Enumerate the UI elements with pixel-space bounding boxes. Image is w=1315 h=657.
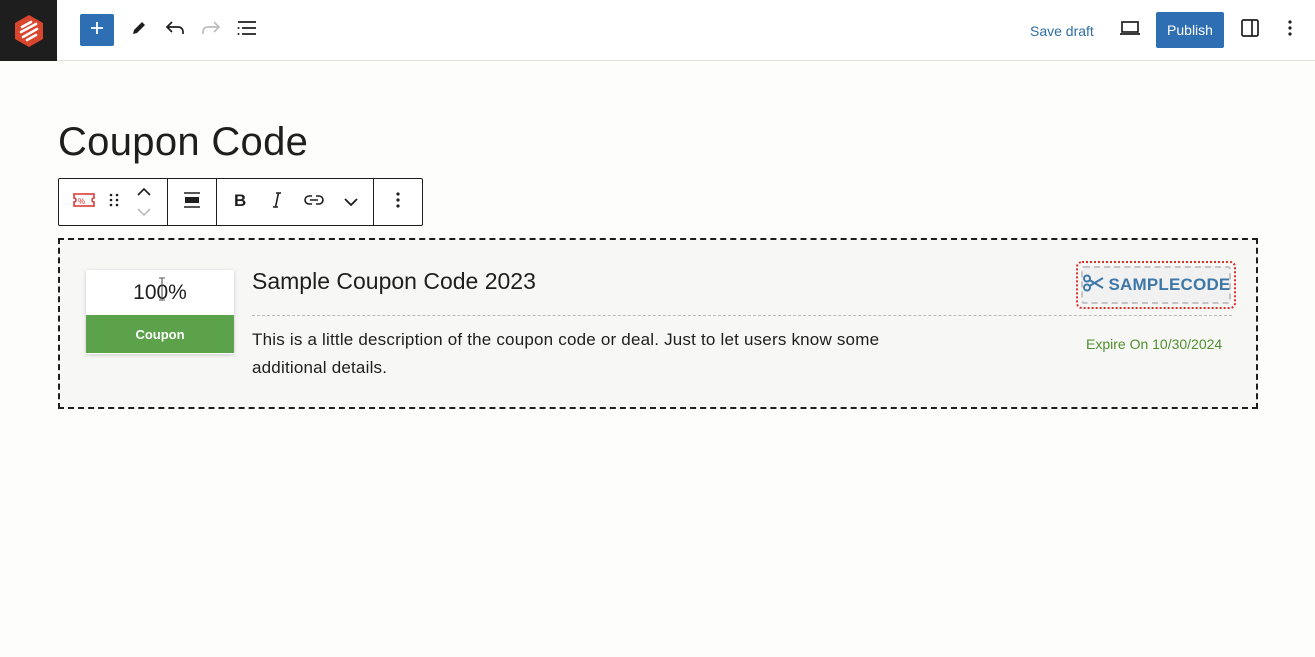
coupon-block-icon: % (72, 191, 96, 214)
move-up-button[interactable] (137, 183, 151, 201)
undo-button[interactable] (158, 13, 192, 47)
align-button[interactable] (172, 179, 212, 225)
add-block-button[interactable] (80, 14, 114, 46)
discount-card: 100% Coupon (86, 270, 234, 354)
block-options-button[interactable] (378, 179, 418, 225)
list-view-button[interactable] (230, 13, 264, 47)
preview-button[interactable] (1113, 13, 1147, 47)
align-group (168, 179, 217, 225)
coupon-description[interactable]: This is a little description of the coup… (252, 326, 912, 382)
laptop-icon (1119, 20, 1141, 41)
coupon-divider (252, 315, 1232, 316)
save-draft-button[interactable]: Save draft (1020, 19, 1104, 43)
redo-icon (201, 19, 221, 42)
block-toolbar: % B (58, 178, 423, 226)
options-button[interactable] (1273, 13, 1307, 47)
publish-button[interactable]: Publish (1156, 12, 1224, 48)
chevron-up-icon (137, 187, 151, 196)
chevron-down-icon (137, 208, 151, 217)
coupon-block[interactable]: 100% Coupon Sample Coupon Code 2023 This… (58, 238, 1258, 409)
sidebar-panel-icon (1240, 18, 1260, 43)
svg-text:B: B (234, 192, 246, 208)
list-view-icon (236, 19, 258, 42)
bold-button[interactable]: B (223, 179, 257, 225)
settings-button[interactable] (1233, 13, 1267, 47)
move-down-button[interactable] (137, 203, 151, 221)
coupon-code-inner: SAMPLECODE (1081, 266, 1231, 304)
block-mover (129, 179, 159, 225)
block-type-group: % (59, 179, 168, 225)
bold-icon: B (233, 191, 247, 213)
coupon-code: SAMPLECODE (1108, 275, 1231, 294)
editor-top-bar: Save draft Publish (0, 0, 1315, 61)
drag-handle-icon (109, 192, 119, 213)
vertical-ellipsis-icon (1287, 19, 1293, 42)
chevron-down-icon (343, 193, 358, 211)
coupon-code-button[interactable]: SAMPLECODE (1076, 261, 1236, 309)
italic-icon (272, 191, 282, 213)
pencil-icon (130, 19, 148, 42)
redo-button[interactable] (194, 13, 228, 47)
block-options-group (374, 179, 422, 225)
tools-button[interactable] (122, 13, 156, 47)
text-cursor-icon (158, 277, 165, 301)
formatting-group: B (217, 179, 374, 225)
block-type-button[interactable]: % (69, 179, 99, 225)
align-wide-icon (183, 191, 201, 214)
discount-label[interactable]: Coupon (86, 315, 234, 353)
more-formatting-button[interactable] (334, 179, 368, 225)
undo-icon (165, 19, 185, 42)
italic-button[interactable] (260, 179, 294, 225)
link-button[interactable] (297, 179, 331, 225)
link-icon (303, 193, 324, 211)
scissors-icon (1082, 274, 1104, 297)
svg-text:%: % (78, 197, 85, 206)
editor-logo-icon[interactable] (0, 0, 57, 61)
plus-icon (89, 20, 105, 41)
expire-date: Expire On 10/30/2024 (1086, 336, 1223, 352)
vertical-ellipsis-icon (395, 191, 401, 214)
coupon-title[interactable]: Sample Coupon Code 2023 (252, 268, 536, 295)
drag-handle[interactable] (99, 179, 129, 225)
post-title[interactable]: Coupon Code (58, 120, 308, 165)
